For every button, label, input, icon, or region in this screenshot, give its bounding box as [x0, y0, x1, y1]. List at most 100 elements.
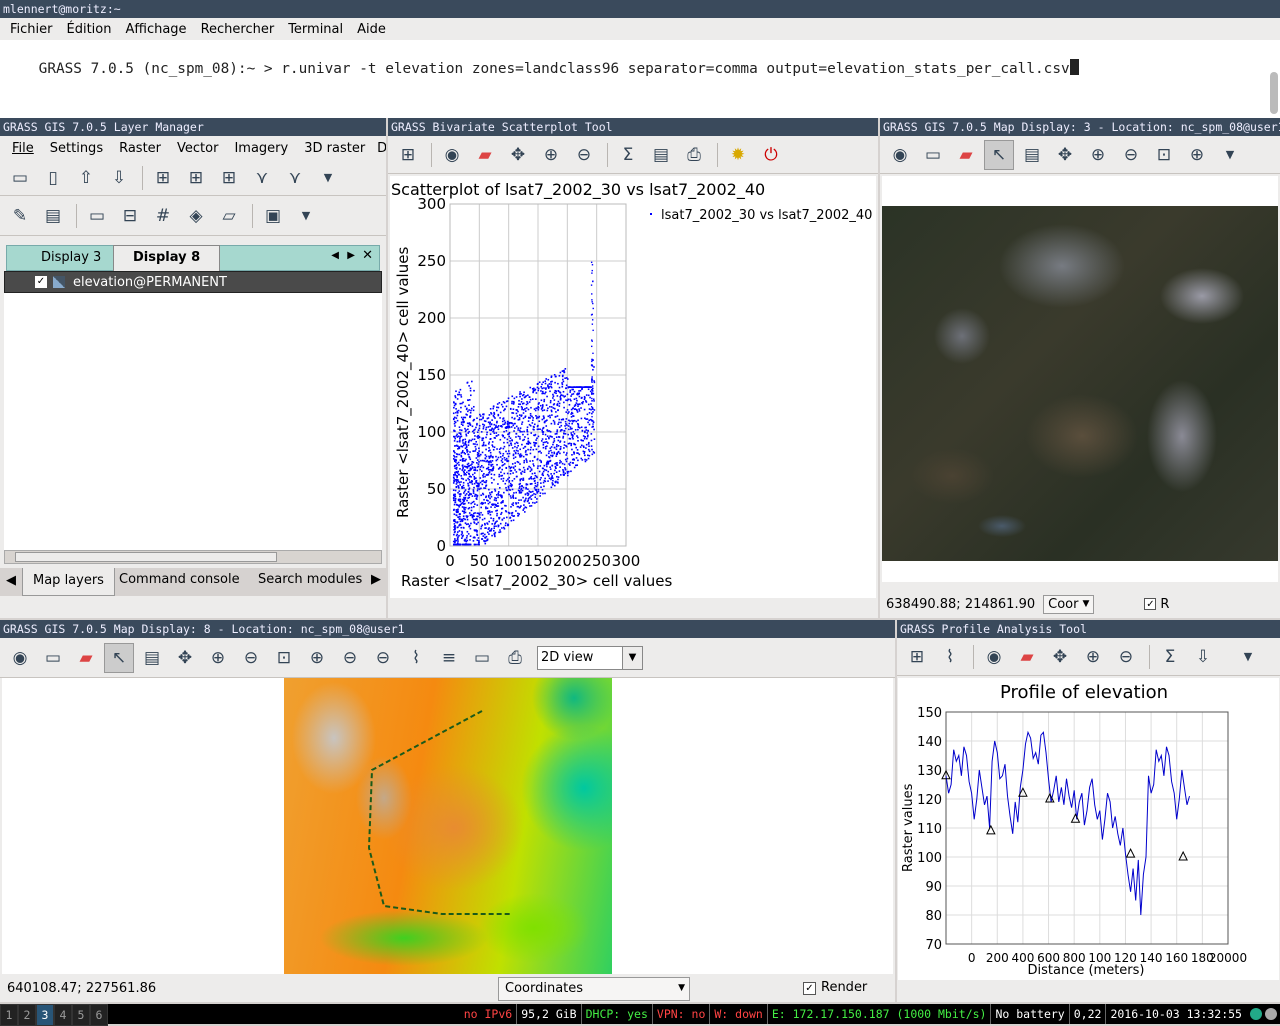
workspace-4[interactable]: 4: [54, 1004, 72, 1026]
query-icon[interactable]: ▤: [137, 643, 167, 673]
zoom-out-icon[interactable]: ⊖: [1116, 140, 1146, 170]
modeler-icon[interactable]: ⊟: [115, 201, 145, 231]
layer-checkbox[interactable]: ✓: [35, 276, 47, 288]
tab-map-layers[interactable]: Map layers: [22, 568, 115, 596]
tab-left-icon[interactable]: ◀: [331, 250, 339, 261]
grid-icon[interactable]: #: [148, 201, 178, 231]
menu-raster[interactable]: Raster: [111, 141, 169, 156]
scatterplot-chart[interactable]: Scatterplot of lsat7_2002_30 vs lsat7_20…: [390, 176, 876, 598]
erase-icon[interactable]: ▰: [1012, 642, 1042, 672]
menu-imagery[interactable]: Imagery: [226, 141, 296, 156]
add-multiple-raster-icon[interactable]: ⊞: [181, 163, 211, 193]
save-icon[interactable]: ▭: [467, 643, 497, 673]
analyze-icon[interactable]: ⌇: [401, 643, 431, 673]
sum-icon[interactable]: Σ: [1155, 642, 1185, 672]
menu-edition[interactable]: Édition: [60, 22, 119, 37]
quit-icon[interactable]: ⏻: [756, 140, 786, 170]
tab-command-console[interactable]: Command console: [119, 572, 240, 587]
tray-icon[interactable]: [1250, 1008, 1262, 1020]
pan-icon[interactable]: ✥: [503, 140, 533, 170]
menu-vector[interactable]: Vector: [169, 141, 226, 156]
sum-icon[interactable]: Σ: [613, 140, 643, 170]
pan-icon[interactable]: ✥: [170, 643, 200, 673]
open-workspace-icon[interactable]: ⇧: [71, 163, 101, 193]
add-layer-icon[interactable]: ⊞: [393, 140, 423, 170]
script-icon[interactable]: ▱: [214, 201, 244, 231]
render-checkbox[interactable]: ✓: [803, 982, 816, 995]
print-icon[interactable]: ⎙: [679, 140, 709, 170]
workspace-1[interactable]: 1: [0, 1004, 18, 1026]
tab-right-icon[interactable]: ▶: [347, 250, 355, 261]
export-icon[interactable]: ▤: [646, 140, 676, 170]
tray-icon[interactable]: [1265, 1008, 1277, 1020]
tab-search-modules[interactable]: Search modules: [258, 572, 362, 587]
layer-icon[interactable]: ▭: [918, 140, 948, 170]
query-icon[interactable]: ▤: [1017, 140, 1047, 170]
pan-icon[interactable]: ✥: [1045, 642, 1075, 672]
print-icon[interactable]: ⎙: [500, 643, 530, 673]
save-icon[interactable]: ⇩: [1188, 642, 1218, 672]
menu-3d-raster[interactable]: 3D raster: [296, 141, 373, 156]
menu-affichage[interactable]: Affichage: [118, 22, 193, 37]
workspace-3[interactable]: 3: [36, 1004, 54, 1026]
zoom-extent-icon[interactable]: ⊡: [269, 643, 299, 673]
new-workspace-icon[interactable]: ▯: [38, 163, 68, 193]
save-workspace-icon[interactable]: ⇩: [104, 163, 134, 193]
coords-select[interactable]: Coor ▼: [1043, 594, 1095, 614]
chevron-down-icon[interactable]: ▼: [291, 201, 321, 231]
erase-icon[interactable]: ▰: [71, 643, 101, 673]
settings-gear-icon[interactable]: ✹: [723, 140, 753, 170]
horizontal-scrollbar[interactable]: [4, 550, 382, 564]
menu-settings[interactable]: Settings: [42, 141, 111, 156]
left-arrow-icon[interactable]: ◀: [6, 573, 16, 588]
zoom-in-icon[interactable]: ⊕: [536, 140, 566, 170]
map-display-3-canvas[interactable]: [882, 176, 1278, 582]
attribute-table-icon[interactable]: ▤: [38, 201, 68, 231]
pointer-icon[interactable]: ↖: [104, 642, 134, 673]
close-icon[interactable]: ✕: [362, 248, 373, 263]
menu-aide[interactable]: Aide: [350, 22, 393, 37]
tab-display-8[interactable]: Display 8: [113, 245, 221, 271]
chevron-down-icon[interactable]: ▼: [313, 163, 343, 193]
add-vector-icon[interactable]: ⋎: [247, 163, 277, 193]
zoom-back-icon[interactable]: ⊖: [1111, 642, 1141, 672]
zoom-out-icon[interactable]: ⊖: [236, 643, 266, 673]
profile-chart[interactable]: Profile of elevation70809010011012013014…: [898, 678, 1279, 980]
zoom-back-icon[interactable]: ⊖: [335, 643, 365, 673]
layer-row[interactable]: ✓ elevation@PERMANENT: [4, 271, 382, 293]
terminal-content[interactable]: GRASS 7.0.5 (nc_spm_08):~ > r.univar -t …: [4, 43, 1079, 93]
workspace-2[interactable]: 2: [18, 1004, 36, 1026]
pan-icon[interactable]: ✥: [1050, 140, 1080, 170]
menu-rechercher[interactable]: Rechercher: [194, 22, 282, 37]
workspace-5[interactable]: 5: [72, 1004, 90, 1026]
python-icon[interactable]: ◈: [181, 201, 211, 231]
tab-display-3[interactable]: Display 3: [41, 250, 101, 265]
add-multiple-vector-icon[interactable]: ⋎: [280, 163, 310, 193]
draw-profile-icon[interactable]: ⌇: [935, 642, 965, 672]
menu-database[interactable]: Dat: [373, 141, 386, 156]
add-raster-misc-icon[interactable]: ⊞: [214, 163, 244, 193]
eye-icon[interactable]: ◉: [5, 643, 35, 673]
zoom-region-icon[interactable]: ⊕: [302, 643, 332, 673]
right-arrow-icon[interactable]: ▶: [371, 572, 381, 587]
zoom-in-icon[interactable]: ⊕: [1083, 140, 1113, 170]
view-select[interactable]: 2D view ▼: [537, 645, 643, 670]
overlay-icon[interactable]: ≡: [434, 643, 464, 673]
map-display-8-canvas[interactable]: [2, 678, 893, 974]
chevron-down-icon[interactable]: ▼: [1233, 642, 1263, 672]
zoom-in-icon[interactable]: ⊕: [1078, 642, 1108, 672]
terminal-scrollbar[interactable]: [1270, 72, 1278, 114]
render-checkbox[interactable]: ✓: [1144, 598, 1157, 610]
zoom-extent-icon[interactable]: ⊡: [1149, 140, 1179, 170]
pointer-icon[interactable]: ↖: [984, 139, 1014, 170]
eye-icon[interactable]: ◉: [885, 140, 915, 170]
chevron-down-icon[interactable]: ▼: [1215, 140, 1245, 170]
settings-icon[interactable]: ▣: [258, 201, 288, 231]
zoom-region-icon[interactable]: ⊕: [1182, 140, 1212, 170]
erase-icon[interactable]: ▰: [470, 140, 500, 170]
menu-fichier[interactable]: Fichier: [3, 22, 60, 37]
zoom-back-icon[interactable]: ⊖: [569, 140, 599, 170]
menu-terminal[interactable]: Terminal: [281, 22, 350, 37]
menu-file[interactable]: File: [4, 141, 42, 156]
eye-icon[interactable]: ◉: [437, 140, 467, 170]
